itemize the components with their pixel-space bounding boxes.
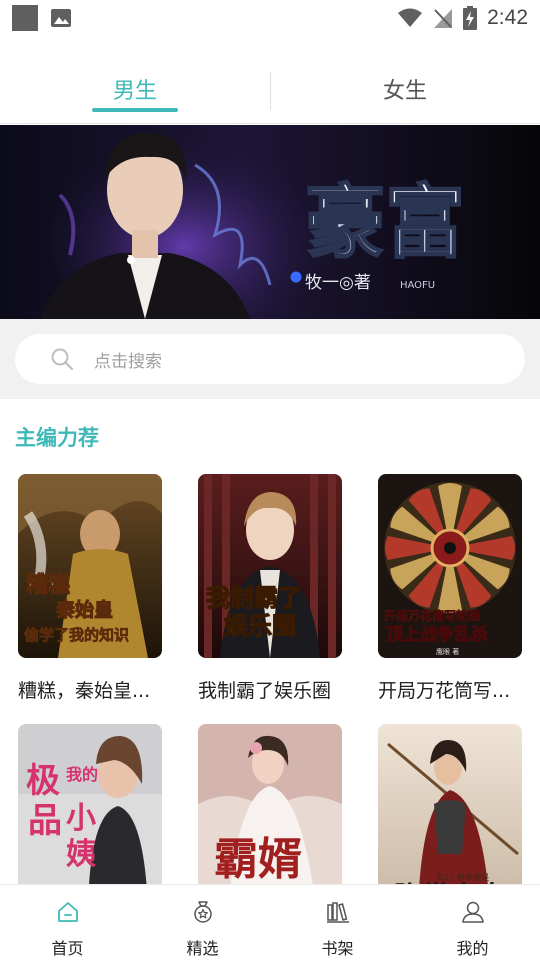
nav-profile-label: 我的 [456, 939, 489, 958]
svg-text:偷学了我的知识: 偷学了我的知识 [24, 626, 129, 644]
banner-pinyin: HAOFU [400, 280, 435, 291]
svg-text:娱乐圈: 娱乐圈 [224, 611, 296, 640]
svg-text:秦始皇: 秦始皇 [55, 598, 113, 621]
book-title-2: 我制霸了娱乐圈 [198, 680, 332, 702]
banner-title: 豪富 [305, 175, 465, 269]
banner-author: 牧一◎著 [305, 273, 371, 293]
nav-bookshelf-label: 书架 [321, 939, 354, 958]
book-cover-6: 玄幻: 原来我是 隐世高人 [378, 724, 522, 908]
nav-featured[interactable]: 精选 [135, 885, 270, 960]
bottom-navigation: 首页 精选 书架 我的 [0, 884, 540, 960]
svg-text:小: 小 [66, 801, 96, 836]
banner-page-indicator [290, 271, 302, 283]
svg-text:顶上战争乱杀: 顶上战争乱杀 [386, 624, 488, 645]
search-icon [51, 348, 74, 371]
book-cover-1: 糟糕 秦始皇 偷学了我的知识 [18, 474, 162, 658]
status-time: 2:42 [487, 6, 528, 29]
svg-text:姨: 姨 [66, 837, 96, 872]
featured-icon [193, 901, 212, 923]
nav-featured-label: 精选 [186, 939, 219, 958]
banner-artwork: 豪富 牧一◎著 HAOFU [0, 125, 540, 319]
svg-text:开局万花筒写轮眼: 开局万花筒写轮眼 [384, 608, 480, 623]
book-cover-2: 我制霸了 娱乐圈 [198, 474, 342, 658]
home-icon [57, 902, 78, 922]
book-card-1[interactable]: 糟糕 秦始皇 偷学了我的知识 糟糕，秦始皇... [18, 474, 164, 703]
search-input[interactable]: 点击搜索 [15, 334, 525, 384]
nav-profile[interactable]: 我的 [405, 885, 540, 960]
book-card-2[interactable]: 我制霸了 娱乐圈 我制霸了娱乐圈 [198, 474, 344, 703]
tab-female-label: 女生 [382, 79, 427, 104]
tab-male[interactable]: 男生 [0, 70, 270, 123]
svg-text:我的: 我的 [66, 765, 98, 784]
book-cover-3: 开局万花筒写轮眼 顶上战争乱杀 鹰眼 著 [378, 474, 522, 658]
svg-text:我制霸了: 我制霸了 [206, 583, 302, 612]
book-card-3[interactable]: 开局万花筒写轮眼 顶上战争乱杀 鹰眼 著 开局万花筒写... [378, 474, 524, 703]
svg-text:极: 极 [26, 761, 60, 801]
battery-charging-icon [463, 6, 478, 30]
promo-banner[interactable]: 豪富 牧一◎著 HAOFU [0, 125, 540, 319]
tab-active-indicator [92, 108, 178, 112]
book-cover-4: 极 品 我的 小 姨 [18, 724, 162, 908]
nav-bookshelf[interactable]: 书架 [270, 885, 405, 960]
book-cover-5: 霸婿 [198, 724, 342, 908]
book-title-1: 糟糕，秦始皇... [18, 680, 151, 702]
status-bar: 2:42 [0, 0, 540, 36]
svg-text:糟糕: 糟糕 [26, 572, 70, 598]
svg-text:品: 品 [28, 801, 62, 841]
book-title-3: 开局万花筒写... [378, 680, 511, 702]
notification-square-icon [12, 5, 38, 31]
tab-female[interactable]: 女生 [270, 70, 540, 123]
no-signal-icon [434, 9, 453, 28]
search-placeholder: 点击搜索 [94, 351, 162, 372]
section-title: 主编力荐 [15, 426, 99, 450]
gender-tabs: 男生 女生 [0, 70, 540, 124]
image-notification-icon [51, 9, 71, 27]
svg-text:霸婿: 霸婿 [214, 834, 302, 885]
bookshelf-icon [326, 902, 349, 923]
nav-home-label: 首页 [51, 939, 84, 958]
search-area: 点击搜索 [0, 319, 540, 399]
profile-icon [461, 901, 484, 923]
nav-home[interactable]: 首页 [0, 885, 135, 960]
svg-text:鹰眼 著: 鹰眼 著 [436, 647, 459, 656]
wifi-icon [398, 8, 423, 27]
